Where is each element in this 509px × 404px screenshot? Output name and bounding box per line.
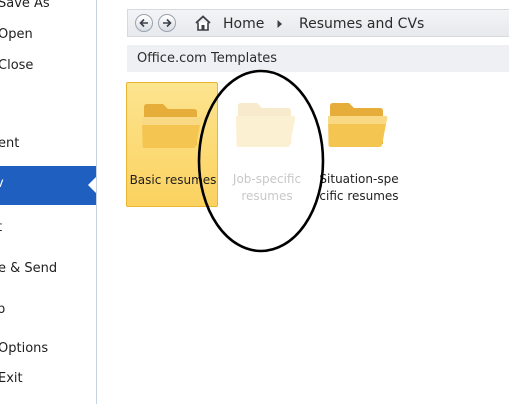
home-icon[interactable] [194,14,212,32]
section-header: Office.com Templates [127,45,509,72]
template-folder-job-specific[interactable]: Job-specific resumes [221,82,313,207]
menu-item-close[interactable]: Close [0,58,33,73]
folder-icon [328,103,388,147]
template-folder-situation-specific[interactable]: Situation-spe cific resumes [313,82,405,207]
menu-item-help[interactable]: p [0,302,5,317]
menu-item-new-label: v [0,176,4,191]
tile-label: Job-specific resumes [221,171,313,205]
folder-icon [142,104,202,148]
tile-label-line2: resumes [241,189,293,203]
arrow-left-icon [139,18,148,28]
menu-item-exit[interactable]: Exit [0,371,23,386]
menu-item-save-and-send[interactable]: e & Send [0,261,57,276]
selection-pointer [88,177,96,193]
menu-item-print[interactable]: t [0,220,2,235]
folder-icon [236,103,296,147]
arrow-right-icon [163,18,172,28]
menu-item-open[interactable]: Open [0,27,33,42]
tile-label-line1: Situation-spe [319,172,399,186]
forward-button[interactable] [158,14,176,32]
menu-item-save-as[interactable]: Save As [0,0,50,11]
tile-label-line1: Job-specific [232,172,302,186]
chevron-right-icon [277,20,282,28]
menu-item-recent[interactable]: ent [0,136,19,151]
template-folder-basic-resumes[interactable]: Basic resumes [126,82,218,207]
breadcrumb-current[interactable]: Resumes and CVs [299,16,424,32]
breadcrumb-home[interactable]: Home [223,16,264,32]
breadcrumb: Home Resumes and CVs [127,9,509,37]
tile-label-line1: Basic resumes [129,173,217,187]
tile-label: Situation-spe cific resumes [313,171,405,205]
back-button[interactable] [135,14,153,32]
section-title: Office.com Templates [137,51,278,66]
backstage-menu: Save As Open Close ent v t e & Send p Op… [0,0,97,404]
tile-label-line2: cific resumes [319,189,399,203]
menu-item-options[interactable]: Options [0,341,48,356]
menu-item-new[interactable]: v [0,166,96,205]
tile-label: Basic resumes [127,172,219,189]
